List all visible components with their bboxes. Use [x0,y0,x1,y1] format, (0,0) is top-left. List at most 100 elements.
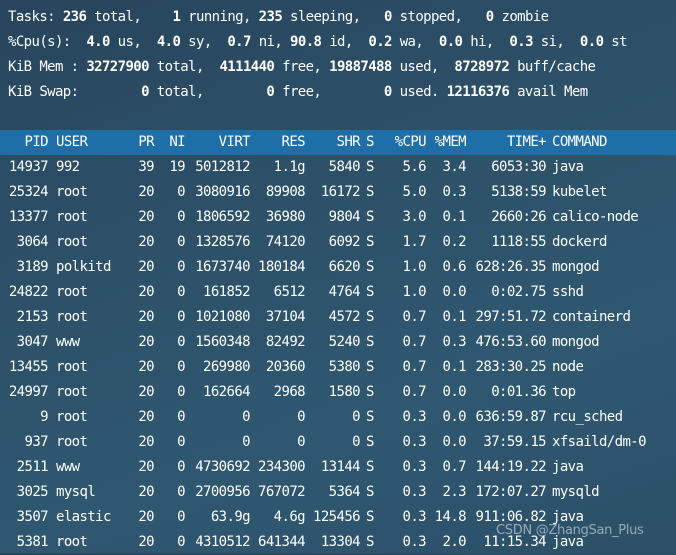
table-row[interactable]: 25324 root 20 0 3080916 89908 16172 S 5.0 0.3 5138… [0,180,676,205]
cell-time: 1118:55 [491,234,546,250]
cell-res: 0 [297,409,305,425]
swap-free-label: free, [282,84,322,100]
col-header-cpu[interactable]: %CPU [384,130,427,155]
cell-shr: 13144 [320,459,361,475]
cell-pid: 3064 [16,234,49,250]
cell-mem: 0.2 [442,234,467,250]
cell-res: 37104 [265,309,306,325]
cell-command: java [552,159,584,175]
mem-summary-line: KiB Mem : 32727900 total, 4111440 free, … [8,55,596,80]
table-row[interactable]: 937 root 20 0 0 0 0 S 0.3 0.0 37:59.15 xfsaild/dm-0 [0,430,676,455]
cell-res: 767072 [258,484,306,500]
cell-time: 6053:30 [491,159,546,175]
table-row[interactable]: 14937 992 39 19 5012812 1.1g 5840 S 5.6 3.4 6053:3… [0,155,676,180]
cell-state: S [366,209,374,225]
cell-mem: 0.0 [442,434,467,450]
cell-mem: 2.0 [442,534,467,550]
cell-time: 628:26.35 [475,259,547,275]
cell-res: 89908 [265,184,306,200]
table-row[interactable]: 13377 root 20 0 1806592 36980 9804 S 3.0 0.1 2660:… [0,205,676,230]
cpu-hi-label: hi, [470,34,494,50]
cpu-si-value: 0.3 [509,34,533,50]
cell-shr: 4764 [328,284,361,300]
cell-virt: 0 [242,434,250,450]
col-header-shr[interactable]: SHR [306,130,361,155]
cell-command: dockerd [552,234,607,250]
cell-ni: 0 [177,534,185,550]
cell-pr: 20 [138,534,154,550]
cell-state: S [366,484,374,500]
cell-user: root [56,209,88,225]
table-row[interactable]: 24822 root 20 0 161852 6512 4764 S 1.0 0.0 0:02.75… [0,280,676,305]
cell-user: root [56,234,88,250]
cell-state: S [366,184,374,200]
cell-state: S [366,434,374,450]
cell-ni: 0 [177,259,185,275]
cpu-summary-line: %Cpu(s): 4.0 us, 4.0 sy, 0.7 ni, 90.8 id… [8,30,628,55]
cell-user: www [56,334,80,350]
cell-state: S [366,159,374,175]
cell-pr: 20 [138,484,154,500]
cell-mem: 2.3 [442,484,467,500]
cell-virt: 3080916 [195,184,250,200]
cell-pid: 13455 [8,359,49,375]
cell-pid: 3047 [16,334,49,350]
tasks-label: Tasks: [8,9,56,25]
cell-pid: 3507 [16,509,49,525]
cell-command: rcu_sched [552,409,623,425]
table-row[interactable]: 2153 root 20 0 1021080 37104 4572 S 0.7 0.1 297:51… [0,305,676,330]
col-header-command[interactable]: COMMAND [552,130,676,155]
cell-ni: 0 [177,409,185,425]
table-row[interactable]: 2511 www 20 0 4730692 234300 13144 S 0.3 0.7 144:1… [0,455,676,480]
cell-command: sshd [552,284,584,300]
cell-command: containerd [552,309,631,325]
cell-res: 74120 [265,234,306,250]
cell-virt: 2700956 [195,484,250,500]
table-row[interactable]: 24997 root 20 0 162664 2968 1580 S 0.7 0.0 0:01.36… [0,380,676,405]
col-header-user[interactable]: USER [56,130,136,155]
cell-cpu: 0.7 [402,384,427,400]
cell-cpu: 0.7 [402,334,427,350]
table-row[interactable]: 9 root 20 0 0 0 0 S 0.3 0.0 636:59.87 rcu_sched [0,405,676,430]
col-header-pr[interactable]: PR [126,130,154,155]
cell-res: 2968 [273,384,306,400]
terminal-window[interactable]: Tasks: 236 total, 1 running, 235 sleepin… [0,0,676,553]
cell-ni: 0 [177,309,185,325]
cell-shr: 5240 [328,334,361,350]
table-row[interactable]: 3047 www 20 0 1560348 82492 5240 S 0.7 0.3 476:53.… [0,330,676,355]
col-header-state[interactable]: S [366,130,380,155]
cell-cpu: 1.7 [402,234,427,250]
table-row[interactable]: 3025 mysql 20 0 2700956 767072 5364 S 0.3 2.3 172:… [0,480,676,505]
cell-ni: 0 [177,359,185,375]
col-header-mem[interactable]: %MEM [430,130,467,155]
col-header-pid[interactable]: PID [0,130,49,155]
cell-command: kubelet [552,184,607,200]
cell-res: 180184 [258,259,306,275]
cell-virt: 1560348 [195,334,250,350]
cell-ni: 19 [169,159,185,175]
cell-state: S [366,259,374,275]
table-row[interactable]: 3189 polkitd 20 0 1673740 180184 6620 S 1.0 0.6 62… [0,255,676,280]
cell-cpu: 5.0 [402,184,427,200]
cell-mem: 0.3 [442,184,467,200]
cell-virt: 1806592 [195,209,250,225]
table-row[interactable]: 13455 root 20 0 269980 20360 5380 S 0.7 0.1 283:30… [0,355,676,380]
cpu-st-value: 0.0 [579,34,604,50]
cell-time: 172:07.27 [475,484,547,500]
cell-virt: 1328576 [195,234,250,250]
cell-shr: 4572 [328,309,361,325]
col-header-virt[interactable]: VIRT [190,130,251,155]
col-header-res[interactable]: RES [252,130,306,155]
col-header-time[interactable]: TIME+ [470,130,547,155]
cpu-id-label: id, [329,34,353,50]
cell-command: top [552,384,576,400]
tasks-sleeping-label: sleeping, [290,9,361,25]
cell-command: xfsaild/dm-0 [552,434,647,450]
cell-pid: 2511 [16,459,49,475]
cell-mem: 14.8 [434,509,467,525]
table-row[interactable]: 3064 root 20 0 1328576 74120 6092 S 1.7 0.2 1118:5… [0,230,676,255]
cell-pr: 39 [138,159,154,175]
col-header-ni[interactable]: NI [158,130,185,155]
cell-pid: 25324 [8,184,49,200]
cell-cpu: 0.3 [402,484,427,500]
